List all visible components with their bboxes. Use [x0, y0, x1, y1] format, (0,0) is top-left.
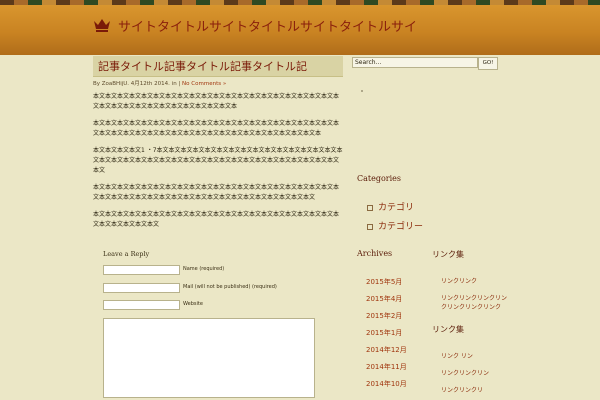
post-title[interactable]: 記事タイトル記事タイトル記事タイトル記 — [98, 58, 307, 74]
paragraph: 本文本文本文本文本文本文本文本文本文本文本文本文本文本文本文本文本文本文本文本文… — [93, 184, 340, 201]
categories-heading: Categories — [357, 174, 401, 183]
archive-item[interactable]: 2014年12月 — [366, 345, 407, 355]
link-item[interactable]: リンク リン — [441, 352, 511, 361]
links-heading: リンク集 — [432, 325, 464, 334]
meta-separator: | — [178, 81, 181, 87]
paragraph: 本文本文本文本文本文本文本文本文本文本文本文本文本文本文本文本文本文本文本文本文… — [93, 120, 340, 137]
paragraph: 本文本文本文本文1 ・7本文本文本文本文本文本文本文本文本文本文本文本文本文本文… — [93, 147, 343, 174]
paragraph: 本文本文本文本文本文本文本文本文本文本文本文本文本文本文本文本文本文本文本文本文… — [93, 93, 340, 110]
post-author: By ZoaBHijU. — [93, 81, 130, 87]
paragraph: 本文本文本文本文本文本文本文本文本文本文本文本文本文本文本文本文本文本文本文本文… — [93, 211, 340, 228]
website-field[interactable] — [103, 300, 180, 310]
search-input[interactable]: Search... — [352, 57, 478, 68]
category-label: カテゴリ — [378, 203, 415, 213]
archive-item[interactable]: 2015年1月 — [366, 328, 402, 338]
link-item[interactable]: リンクリンクリンクリンクリンクリンクリンク — [441, 294, 511, 312]
category-label: カテゴリー — [378, 222, 424, 232]
post-date: 4月12th 2014. — [130, 81, 170, 87]
crown-icon — [94, 19, 110, 32]
mail-label: Mail (will not be published) (required) — [183, 284, 277, 290]
post-category-prefix: in — [171, 81, 177, 87]
bullet-icon — [367, 223, 373, 230]
post-content: 本文本文本文本文本文本文本文本文本文本文本文本文本文本文本文本文本文本文本文本文… — [93, 92, 343, 237]
comments-link[interactable]: No Comments » — [182, 81, 226, 87]
website-label: Website — [183, 301, 203, 307]
post-meta: By ZoaBHijU. 4月12th 2014. in | No Commen… — [93, 79, 226, 87]
archive-item[interactable]: 2014年10月 — [366, 379, 407, 389]
link-item[interactable]: リンクリンク — [441, 277, 511, 286]
post-title-bar: 記事タイトル記事タイトル記事タイトル記 — [93, 56, 343, 77]
comment-textarea[interactable] — [103, 318, 315, 398]
archives-heading: Archives — [357, 249, 393, 258]
divider-dot — [361, 90, 363, 92]
archive-item[interactable]: 2015年2月 — [366, 311, 402, 321]
site-header: サイトタイトルサイトタイトルサイトタイトルサイ — [0, 5, 600, 55]
mail-field[interactable] — [103, 283, 180, 293]
name-field[interactable] — [103, 265, 180, 275]
link-item[interactable]: リンクリンクリ — [441, 386, 511, 395]
archive-item[interactable]: 2015年5月 — [366, 277, 402, 287]
category-item[interactable]: カテゴリー — [367, 219, 423, 232]
site-title[interactable]: サイトタイトルサイトタイトルサイトタイトルサイ — [118, 16, 417, 35]
search-go-button[interactable]: GO! — [478, 57, 498, 70]
link-item[interactable]: リンクリンクリン — [441, 369, 511, 378]
category-item[interactable]: カテゴリ — [367, 200, 414, 213]
links-heading: リンク集 — [432, 250, 464, 259]
archive-item[interactable]: 2014年11月 — [366, 362, 407, 372]
leave-reply-heading: Leave a Reply — [103, 250, 150, 258]
bullet-icon — [367, 204, 373, 211]
name-label: Name (required) — [183, 266, 225, 272]
archive-item[interactable]: 2015年4月 — [366, 294, 402, 304]
